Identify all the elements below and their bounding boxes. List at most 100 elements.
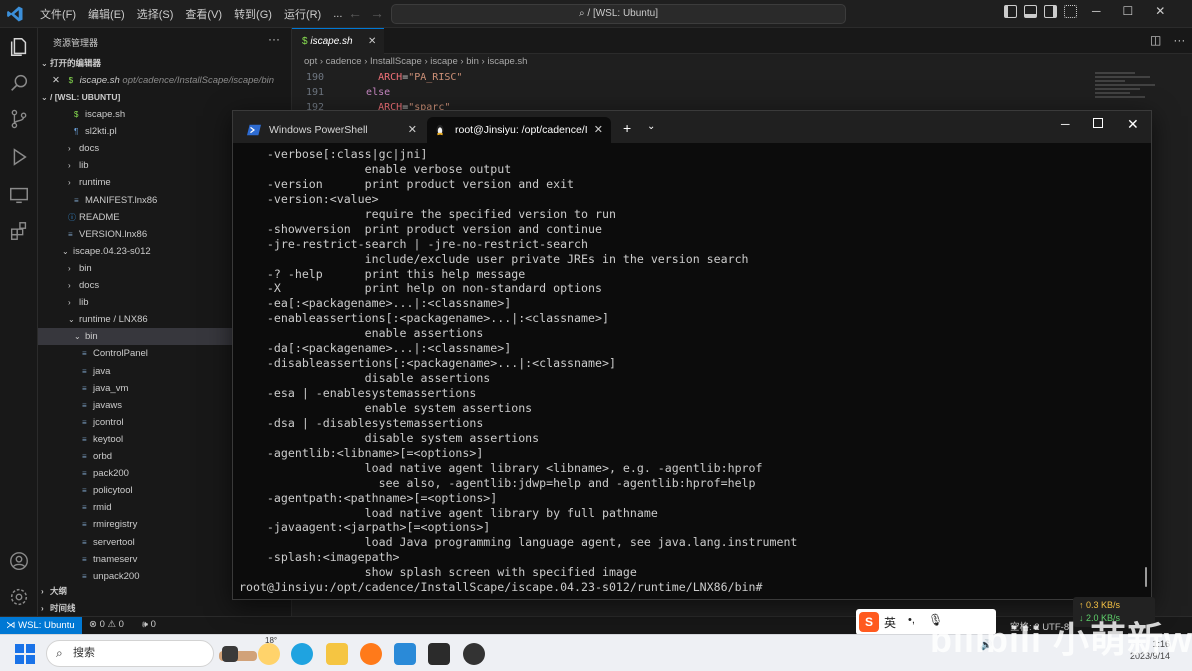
file-icon: ≡ xyxy=(82,366,87,376)
open-editors-section[interactable]: ⌄ 打开的编辑器 xyxy=(38,55,292,72)
close-editor-icon[interactable]: ✕ xyxy=(38,72,60,89)
breadcrumb-segment[interactable]: iscape xyxy=(430,56,457,67)
settings-gear-icon[interactable] xyxy=(8,586,30,608)
new-tab-plus-icon[interactable]: + xyxy=(623,120,631,136)
timeline-section[interactable]: › 时间线 xyxy=(38,600,292,617)
powershell-icon xyxy=(247,124,261,136)
terminal-line: enable verbose output xyxy=(239,161,512,176)
terminal-line: enable assertions xyxy=(239,326,484,341)
menu-more[interactable]: ... xyxy=(327,8,348,20)
problems-indicator[interactable]: ⊗ 0 ⚠ 0 xyxy=(89,619,124,630)
tab-windows-powershell[interactable]: Windows PowerShell ✕ xyxy=(241,117,425,143)
toggle-panel-icon[interactable] xyxy=(1024,5,1037,18)
tree-item-label: tnameserv xyxy=(93,553,138,565)
terminal-line: -version:<value> xyxy=(239,191,379,206)
tab-label: Windows PowerShell xyxy=(269,124,368,136)
weather-widget-icon[interactable] xyxy=(258,643,280,665)
forward-arrow-icon[interactable]: → xyxy=(370,5,384,21)
workspace-root-section[interactable]: ⌄ / [WSL: UBUNTU] xyxy=(38,89,292,106)
open-editor-item[interactable]: ✕ $ iscape.sh opt/cadence/InstallScape/is… xyxy=(38,72,292,89)
terminal-line: -version print product version and exit xyxy=(239,176,575,191)
tab-ubuntu[interactable]: root@Jinsiyu: /opt/cadence/I ✕ xyxy=(427,117,611,143)
workspace-root-label: / [WSL: UBUNTU] xyxy=(50,92,121,102)
maximize-icon[interactable]: ☐ xyxy=(1123,4,1134,18)
edge-browser-icon[interactable] xyxy=(291,643,313,665)
chevron-right-icon: › xyxy=(68,281,71,290)
menu-run[interactable]: 运行(R) xyxy=(278,6,327,22)
chevron-right-icon: › xyxy=(41,587,44,596)
breadcrumb-segment[interactable]: opt xyxy=(304,56,317,67)
menu-selection[interactable]: 选择(S) xyxy=(131,6,180,22)
close-icon[interactable]: ✕ xyxy=(1155,4,1165,18)
menu-file[interactable]: 文件(F) xyxy=(34,6,82,22)
sogou-ime-logo[interactable]: S xyxy=(859,612,879,632)
more-actions-icon[interactable]: ··· xyxy=(1173,33,1185,47)
firefox-icon[interactable] xyxy=(360,643,382,665)
terminal-scrollbar[interactable] xyxy=(1145,567,1147,587)
run-debug-icon[interactable] xyxy=(8,146,30,168)
tree-item-label: javaws xyxy=(93,399,123,411)
terminal-taskbar-icon[interactable] xyxy=(428,643,450,665)
menu-edit[interactable]: 编辑(E) xyxy=(82,6,131,22)
terminal-output[interactable]: -verbose[:class|gc|jni] enable verbose o… xyxy=(239,147,1139,597)
task-view-icon[interactable] xyxy=(222,646,238,662)
terminal-line: -dsa | -disablesystemassertions xyxy=(239,415,484,430)
taskbar-search-box[interactable]: ⌕ 搜索 xyxy=(46,640,257,667)
back-arrow-icon[interactable]: ← xyxy=(348,5,362,21)
tree-item-label: runtime / LNX86 xyxy=(79,314,148,326)
more-actions-icon[interactable]: ··· xyxy=(268,32,280,46)
ports-indicator[interactable]: 🕪 0 xyxy=(142,619,156,630)
breadcrumb-segment[interactable]: iscape.sh xyxy=(487,56,527,67)
minimize-icon[interactable]: ─ xyxy=(1092,4,1101,18)
tree-item-label: iscape.04.23-s012 xyxy=(73,245,151,257)
upload-speed: ↑ 0.3 KB/s xyxy=(1079,600,1121,610)
source-control-icon[interactable] xyxy=(8,108,30,130)
extensions-icon[interactable] xyxy=(8,220,30,242)
close-icon[interactable]: ✕ xyxy=(1127,116,1139,133)
split-editor-icon[interactable]: ◫ xyxy=(1150,33,1161,47)
tree-item-label: iscape.sh xyxy=(85,109,126,120)
close-tab-icon[interactable]: ✕ xyxy=(594,117,603,143)
code-editor[interactable]: 190 ARCH="PA_RISC" 191 else 192 ARCH="spar… xyxy=(292,70,1092,115)
breadcrumb-separator: › xyxy=(361,56,371,67)
open-editor-path: opt/cadence/InstallScape/iscape/bin xyxy=(122,75,274,86)
command-center[interactable]: ⌕ / [WSL: Ubuntu] xyxy=(391,4,846,24)
toggle-secondary-sidebar-icon[interactable] xyxy=(1044,5,1057,18)
breadcrumb-segment[interactable]: bin xyxy=(466,56,479,67)
minimize-icon[interactable]: ─ xyxy=(1061,117,1070,131)
ime-language-toggle[interactable]: 英 xyxy=(884,614,896,631)
account-icon[interactable] xyxy=(8,550,30,572)
title-bar: 文件(F) 编辑(E) 选择(S) 查看(V) 转到(G) 运行(R) ... … xyxy=(0,0,1192,28)
close-tab-icon[interactable]: ✕ xyxy=(368,29,376,54)
maximize-icon[interactable] xyxy=(1093,118,1103,128)
close-tab-icon[interactable]: ✕ xyxy=(408,117,417,143)
remote-indicator[interactable]: ⋊ WSL: Ubuntu xyxy=(0,617,82,634)
chevron-down-icon[interactable]: ⌄ xyxy=(647,121,655,132)
file-icon: $ xyxy=(74,110,79,119)
file-explorer-icon[interactable] xyxy=(326,643,348,665)
search-icon[interactable] xyxy=(8,72,30,94)
explorer-icon[interactable] xyxy=(8,36,30,58)
vscode-taskbar-icon[interactable] xyxy=(394,643,416,665)
customize-layout-icon[interactable] xyxy=(1064,5,1077,18)
tree-item-label: README xyxy=(79,211,120,223)
menu-bar: 文件(F) 编辑(E) 选择(S) 查看(V) 转到(G) 运行(R) ... xyxy=(34,0,348,28)
menu-view[interactable]: 查看(V) xyxy=(179,6,228,22)
toggle-primary-sidebar-icon[interactable] xyxy=(1004,5,1017,18)
open-editors-label: 打开的编辑器 xyxy=(50,58,102,68)
nav-arrows: ← → xyxy=(348,5,384,21)
windows-start-icon[interactable] xyxy=(15,644,35,664)
tree-item-label: unpack200 xyxy=(93,570,140,582)
terminal-line: -splash:<imagepath> xyxy=(239,550,400,565)
tree-item-label: ControlPanel xyxy=(93,348,148,360)
remote-explorer-icon[interactable] xyxy=(8,184,30,206)
breadcrumb-segment[interactable]: cadence xyxy=(326,56,362,67)
menu-go[interactable]: 转到(G) xyxy=(228,6,278,22)
breadcrumb-segment[interactable]: InstallScape xyxy=(370,56,422,67)
sidebar-title: 资源管理器 xyxy=(53,38,99,48)
github-desktop-icon[interactable] xyxy=(463,643,485,665)
editor-tab-iscape[interactable]: $ iscape.sh ✕ xyxy=(292,28,384,54)
punctuation-icon[interactable]: •, xyxy=(908,614,915,626)
chevron-right-icon: › xyxy=(68,144,71,154)
file-icon: ¶ xyxy=(74,127,79,137)
